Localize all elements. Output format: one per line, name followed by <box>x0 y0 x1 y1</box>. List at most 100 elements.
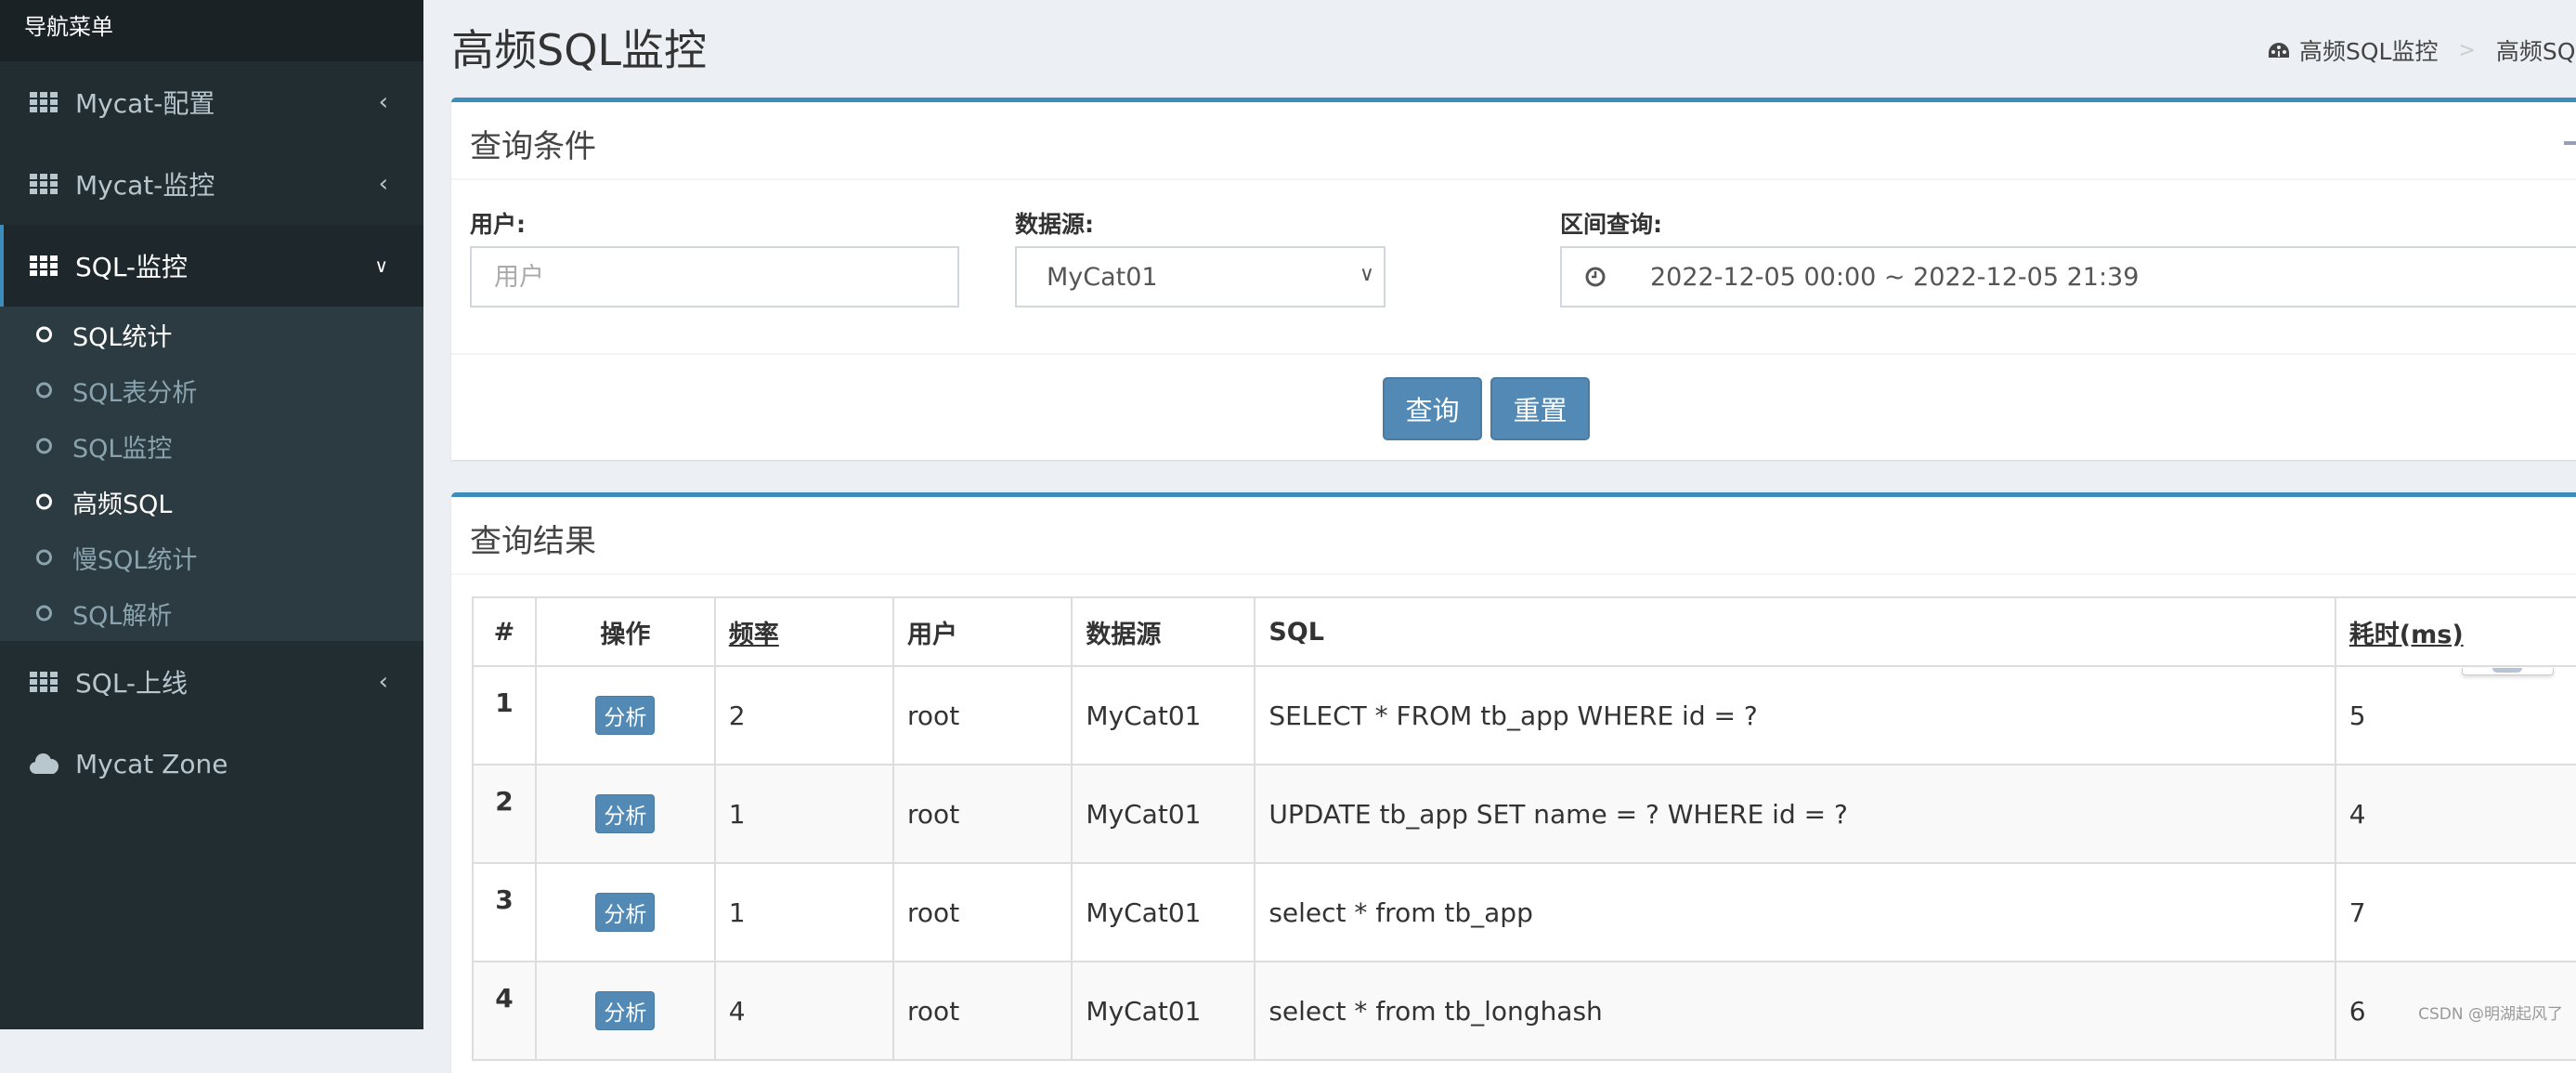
chevron-left-icon: ‹ <box>378 668 388 696</box>
chevron-left-icon: ‹ <box>378 170 388 198</box>
sidebar-subitem-sql-stats[interactable]: SQL统计 <box>0 307 423 362</box>
query-button[interactable]: 查询 <box>1383 377 1482 440</box>
row-user: root <box>892 862 1073 962</box>
subitem-label: 高频SQL <box>72 490 173 519</box>
row-datasource: MyCat01 <box>1071 961 1256 1061</box>
tooltip-popover <box>2462 668 2554 675</box>
row-sql: select * from tb_longhash <box>1254 961 2336 1061</box>
watermark: CSDN @明湖起风了 <box>2418 1005 2563 1024</box>
row-index: 2 <box>472 764 537 864</box>
row-frequency: 1 <box>713 764 895 864</box>
row-action: 分析 <box>534 665 716 765</box>
sidebar-subitem-sql-table-analysis[interactable]: SQL表分析 <box>0 362 423 418</box>
sql-monitor-submenu: SQL统计 SQL表分析 SQL监控 高频SQL 慢SQL统计 SQL解析 <box>0 307 423 641</box>
dashboard-icon <box>2269 43 2289 58</box>
subitem-label: SQL监控 <box>72 434 173 464</box>
row-duration: 5 <box>2334 665 2576 765</box>
circle-icon <box>36 382 52 399</box>
row-index: 1 <box>472 665 537 765</box>
sidebar: 导航菜单 Mycat-配置 ‹ Mycat-监控 ‹ SQL-监控 ∨ SQL统… <box>0 0 423 1029</box>
sidebar-item-sql-online[interactable]: SQL-上线 ‹ <box>0 641 423 723</box>
column-header-frequency[interactable]: 频率 <box>713 596 895 667</box>
row-datasource: MyCat01 <box>1071 665 1256 765</box>
breadcrumb: 高频SQL监控 > 高频SQL监控 <box>2268 33 2576 67</box>
sidebar-item-mycat-monitor[interactable]: Mycat-监控 ‹ <box>0 143 423 225</box>
table-row: 3 分析 1 root MyCat01 select * from tb_app… <box>472 862 2576 962</box>
table-row: 1 分析 2 root MyCat01 SELECT * FROM tb_app… <box>472 665 2576 765</box>
minus-icon[interactable] <box>2564 141 2576 145</box>
analyze-button[interactable]: 分析 <box>595 991 656 1030</box>
subitem-label: 慢SQL统计 <box>72 545 198 575</box>
row-frequency: 1 <box>713 862 895 962</box>
sidebar-subitem-sql-parse[interactable]: SQL解析 <box>0 585 423 641</box>
row-index: 3 <box>472 862 537 962</box>
circle-icon <box>36 438 52 454</box>
query-results-box: 查询结果 # 操作 频率 用户 数据源 SQL 耗时(ms) 1 分析 2 ro… <box>451 492 2576 1073</box>
column-header-action: 操作 <box>534 596 716 667</box>
th-grid-icon <box>30 672 58 692</box>
sidebar-subitem-sql-monitor[interactable]: SQL监控 <box>0 418 423 474</box>
analyze-button[interactable]: 分析 <box>595 794 656 833</box>
page-title: 高频SQL监控 <box>451 25 708 75</box>
user-input[interactable] <box>470 246 959 308</box>
column-header-datasource: 数据源 <box>1071 596 1256 667</box>
row-duration: 7 <box>2334 862 2576 962</box>
row-datasource: MyCat01 <box>1071 862 1256 962</box>
sidebar-subitem-slow-sql-stats[interactable]: 慢SQL统计 <box>0 530 423 585</box>
subitem-label: SQL表分析 <box>72 378 198 408</box>
subitem-label: SQL统计 <box>72 322 173 352</box>
reset-button[interactable]: 重置 <box>1490 377 1590 440</box>
box-header: 查询条件 <box>451 102 2576 180</box>
datasource-selected: MyCat01 <box>1047 262 1158 292</box>
row-frequency: 4 <box>713 961 895 1061</box>
row-user: root <box>892 764 1073 864</box>
chevron-down-icon: ∨ <box>374 255 388 277</box>
box-header: 查询结果 <box>451 497 2576 575</box>
analyze-button[interactable]: 分析 <box>595 893 656 932</box>
subitem-label: SQL解析 <box>72 601 173 631</box>
date-range-addon <box>1560 246 1630 308</box>
th-grid-icon <box>30 174 58 194</box>
query-conditions-box: 查询条件 用户: 数据源: MyCat01 ∨ 区间查询: 2022-12-05… <box>451 98 2576 460</box>
date-range-value: 2022-12-05 00:00 ~ 2022-12-05 21:39 <box>1650 262 2140 292</box>
datasource-select[interactable]: MyCat01 ∨ <box>1015 246 1386 308</box>
column-header-duration[interactable]: 耗时(ms) <box>2334 596 2576 667</box>
row-sql: select * from tb_app <box>1254 862 2336 962</box>
column-header-index: # <box>472 596 537 667</box>
breadcrumb-link-home[interactable]: 高频SQL监控 <box>2299 33 2438 67</box>
row-action: 分析 <box>534 961 716 1061</box>
chevron-down-icon: ∨ <box>1359 263 1374 286</box>
range-label: 区间查询: <box>1560 211 1662 238</box>
box-title: 查询结果 <box>470 523 596 560</box>
cloud-icon <box>30 753 59 774</box>
row-index: 4 <box>472 961 537 1061</box>
sidebar-item-label: Mycat Zone <box>75 748 228 779</box>
form-divider <box>451 353 2576 355</box>
row-user: root <box>892 961 1073 1061</box>
row-sql: SELECT * FROM tb_app WHERE id = ? <box>1254 665 2336 765</box>
results-table: # 操作 频率 用户 数据源 SQL 耗时(ms) 1 分析 2 root My… <box>472 596 2576 1061</box>
analyze-button[interactable]: 分析 <box>595 696 656 735</box>
circle-icon <box>36 549 52 566</box>
th-grid-icon <box>30 255 58 276</box>
row-datasource: MyCat01 <box>1071 764 1256 864</box>
sidebar-item-label: Mycat-配置 <box>75 88 215 119</box>
row-frequency: 2 <box>713 665 895 765</box>
breadcrumb-current: 高频SQL监控 <box>2495 38 2576 65</box>
circle-icon <box>36 326 52 343</box>
clock-icon <box>1585 267 1605 287</box>
sidebar-subitem-high-freq-sql[interactable]: 高频SQL <box>0 474 423 530</box>
breadcrumb-separator: > <box>2458 38 2476 62</box>
sidebar-item-sql-monitor[interactable]: SQL-监控 ∨ <box>0 225 423 307</box>
date-range-input[interactable]: 2022-12-05 00:00 ~ 2022-12-05 21:39 <box>1628 246 2576 308</box>
chevron-left-icon: ‹ <box>378 88 388 116</box>
column-header-sql: SQL <box>1254 596 2336 667</box>
sidebar-item-mycat-config[interactable]: Mycat-配置 ‹ <box>0 61 423 143</box>
box-title: 查询条件 <box>470 128 596 165</box>
sidebar-item-mycat-zone[interactable]: Mycat Zone <box>0 723 423 805</box>
row-user: root <box>892 665 1073 765</box>
row-duration: 4 <box>2334 764 2576 864</box>
circle-icon <box>36 605 52 622</box>
row-action: 分析 <box>534 862 716 962</box>
row-sql: UPDATE tb_app SET name = ? WHERE id = ? <box>1254 764 2336 864</box>
